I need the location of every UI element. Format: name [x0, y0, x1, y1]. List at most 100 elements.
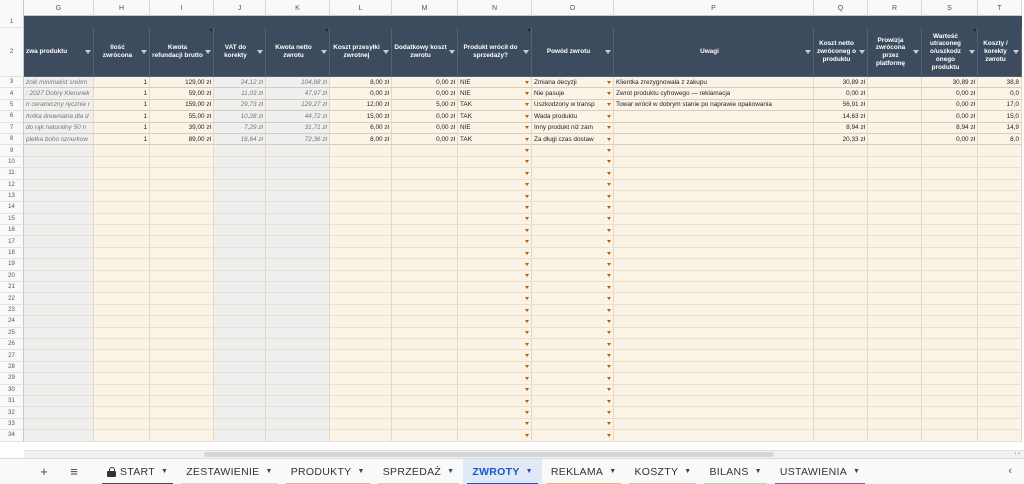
- cell-name[interactable]: [24, 418, 94, 431]
- dropdown-arrow-icon[interactable]: [607, 411, 611, 415]
- cell-name[interactable]: [24, 168, 94, 180]
- cell-comm[interactable]: [868, 247, 922, 260]
- cell-extra[interactable]: [392, 361, 458, 374]
- dropdown-arrow-icon[interactable]: [607, 297, 611, 301]
- column-letter-h[interactable]: H: [94, 0, 150, 16]
- cell-notes[interactable]: Klientka zrezygnowała z zakupu: [614, 77, 814, 89]
- cell-costnet[interactable]: [814, 202, 868, 214]
- cell-corr[interactable]: [978, 418, 1022, 431]
- cell-corr[interactable]: [978, 282, 1022, 294]
- cell-comm[interactable]: [868, 361, 922, 374]
- cell-name[interactable]: [24, 145, 94, 157]
- dropdown-arrow-icon[interactable]: [607, 183, 611, 187]
- cell-ship[interactable]: [330, 327, 392, 339]
- cell-net[interactable]: [266, 350, 330, 362]
- cell-qty[interactable]: [94, 236, 150, 248]
- cell-back[interactable]: [458, 259, 532, 271]
- cell-notes[interactable]: [614, 236, 814, 248]
- filter-icon[interactable]: [1013, 50, 1019, 54]
- dropdown-arrow-icon[interactable]: [525, 160, 529, 164]
- cell-vat[interactable]: [214, 168, 266, 180]
- cell-vat[interactable]: [214, 430, 266, 442]
- cell-comm[interactable]: [868, 88, 922, 100]
- cell-refund[interactable]: [150, 293, 214, 305]
- cell-net[interactable]: 72,36 zł: [266, 133, 330, 146]
- cell-net[interactable]: 47,97 zł: [266, 88, 330, 100]
- cell-corr[interactable]: 38,8: [978, 77, 1022, 89]
- cell-costnet[interactable]: [814, 168, 868, 180]
- column-letter-s[interactable]: S: [922, 0, 978, 16]
- cell-comm[interactable]: [868, 225, 922, 237]
- cell-vat[interactable]: [214, 293, 266, 305]
- cell-vat[interactable]: [214, 327, 266, 339]
- cell-costnet[interactable]: [814, 213, 868, 226]
- column-header[interactable]: Kwota refundacji brutto: [150, 28, 214, 77]
- cell-costnet[interactable]: [814, 418, 868, 431]
- cell-vat[interactable]: 29,73 zł: [214, 99, 266, 112]
- cell-corr[interactable]: [978, 304, 1022, 317]
- cell-refund[interactable]: [150, 407, 214, 419]
- cell-name[interactable]: hotka drewniana dla d: [24, 111, 94, 123]
- cell-costnet[interactable]: [814, 282, 868, 294]
- cell-reason[interactable]: Inny produkt niż zam: [532, 122, 614, 134]
- cell-lost[interactable]: [922, 316, 978, 328]
- cell-lost[interactable]: [922, 236, 978, 248]
- tab-zwroty[interactable]: ZWROTY ▼: [463, 458, 542, 484]
- cell-costnet[interactable]: 30,89 zł: [814, 77, 868, 89]
- dropdown-arrow-icon[interactable]: [525, 137, 529, 141]
- chevron-down-icon[interactable]: ▼: [853, 468, 860, 475]
- cell-costnet[interactable]: 0,00 zł: [814, 88, 868, 100]
- cell-reason[interactable]: [532, 259, 614, 271]
- cell-vat[interactable]: [214, 225, 266, 237]
- cell-ship[interactable]: [330, 213, 392, 226]
- cell-qty[interactable]: [94, 293, 150, 305]
- tab-koszty[interactable]: KOSZTY ▼: [625, 459, 700, 484]
- cell-comm[interactable]: [868, 338, 922, 351]
- row-number[interactable]: 28: [0, 361, 24, 374]
- cell-qty[interactable]: [94, 384, 150, 396]
- cell-back[interactable]: [458, 213, 532, 226]
- cell-costnet[interactable]: [814, 316, 868, 328]
- cell-net[interactable]: [266, 373, 330, 385]
- row-number[interactable]: 6: [0, 111, 24, 123]
- cell-lost[interactable]: [922, 270, 978, 283]
- cell-extra[interactable]: [392, 270, 458, 283]
- cell-qty[interactable]: [94, 202, 150, 214]
- cell-reason[interactable]: [532, 247, 614, 260]
- dropdown-arrow-icon[interactable]: [525, 433, 529, 437]
- cell-notes[interactable]: [614, 384, 814, 396]
- cell-name[interactable]: [24, 282, 94, 294]
- cell-reason[interactable]: [532, 293, 614, 305]
- cell-extra[interactable]: [392, 202, 458, 214]
- cell-corr[interactable]: [978, 259, 1022, 271]
- cell-qty[interactable]: [94, 179, 150, 191]
- cell-net[interactable]: [266, 304, 330, 317]
- all-sheets-menu-icon[interactable]: ≡: [62, 464, 86, 479]
- cell-notes[interactable]: [614, 407, 814, 419]
- cell-back[interactable]: [458, 225, 532, 237]
- cell-corr[interactable]: [978, 316, 1022, 328]
- dropdown-arrow-icon[interactable]: [525, 319, 529, 323]
- cell-lost[interactable]: 30,89 zł: [922, 77, 978, 89]
- cell-refund[interactable]: [150, 213, 214, 226]
- dropdown-arrow-icon[interactable]: [607, 262, 611, 266]
- cell-qty[interactable]: [94, 145, 150, 157]
- dropdown-arrow-icon[interactable]: [525, 149, 529, 153]
- tab-zestawienie[interactable]: ZESTAWIENIE ▼: [177, 459, 282, 484]
- cell-extra[interactable]: [392, 350, 458, 362]
- cell-notes[interactable]: [614, 418, 814, 431]
- cell-notes[interactable]: [614, 373, 814, 385]
- cell-corr[interactable]: [978, 430, 1022, 442]
- cell-back[interactable]: [458, 247, 532, 260]
- cell-extra[interactable]: [392, 259, 458, 271]
- tab-produkty[interactable]: PRODUKTY ▼: [282, 459, 374, 484]
- cell-ship[interactable]: 0,00 zł: [330, 88, 392, 100]
- cell-ship[interactable]: 15,00 zł: [330, 111, 392, 123]
- column-header[interactable]: Koszt netto zwróconeg o produktu: [814, 28, 868, 77]
- dropdown-arrow-icon[interactable]: [607, 388, 611, 392]
- cell-costnet[interactable]: [814, 430, 868, 442]
- cell-corr[interactable]: [978, 247, 1022, 260]
- cell-refund[interactable]: [150, 384, 214, 396]
- cell-corr[interactable]: [978, 270, 1022, 283]
- cell-net[interactable]: [266, 282, 330, 294]
